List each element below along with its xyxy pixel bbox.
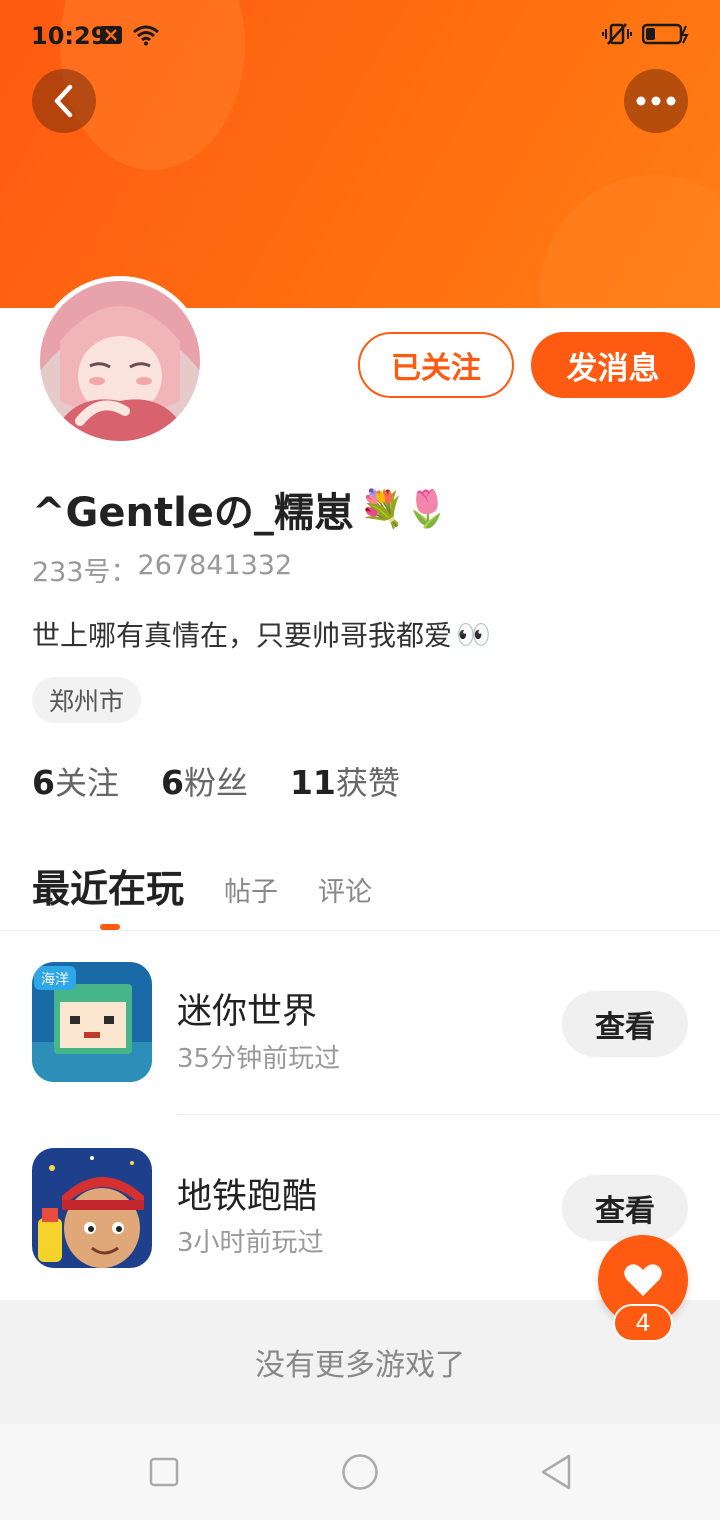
- user-id-label: 233号：: [32, 557, 138, 588]
- vibrate-mute-icon: [602, 22, 632, 50]
- circle-icon: [342, 1454, 378, 1490]
- more-dots-icon: [636, 96, 676, 106]
- divider: [0, 930, 720, 931]
- game-last-played: 35分钟前玩过: [177, 1044, 341, 1074]
- avatar[interactable]: [35, 276, 205, 446]
- avatar-image: [40, 281, 200, 441]
- square-icon: [149, 1457, 179, 1487]
- tab-posts[interactable]: 帖子: [224, 870, 278, 913]
- stat-label: 粉丝: [183, 764, 248, 802]
- more-options-button[interactable]: [624, 69, 688, 133]
- status-bar: 10:29: [0, 0, 720, 72]
- view-game-button[interactable]: 查看: [562, 1175, 688, 1241]
- back-nav-button[interactable]: [539, 1453, 573, 1495]
- profile-stats: 6 关注 6 粉丝 11 获赞: [32, 758, 400, 804]
- recent-apps-button[interactable]: [149, 1457, 179, 1491]
- home-button[interactable]: [341, 1453, 379, 1495]
- header-decoration: [540, 175, 720, 308]
- stat-followers[interactable]: 6 粉丝: [161, 758, 248, 804]
- user-id: 233号： 267841332: [32, 550, 292, 589]
- user-bio: 世上哪有真情在，只要帅哥我都爱 👀: [32, 614, 491, 654]
- battery-icon: [641, 23, 690, 49]
- eyes-emoji: 👀: [456, 617, 491, 651]
- divider: [177, 1114, 720, 1115]
- stat-label: 关注: [54, 764, 119, 802]
- notification-icon: [100, 26, 122, 48]
- stat-number: 11: [289, 763, 336, 802]
- stat-number: 6: [32, 763, 55, 802]
- stat-label: 获赞: [335, 764, 400, 802]
- username: ^Gentleの_糯崽: [32, 490, 354, 536]
- game-icon-badge-text: 海洋: [41, 972, 69, 988]
- tab-recently-played[interactable]: 最近在玩: [32, 858, 184, 913]
- username-row: ^Gentleの_糯崽 💐🌷: [32, 480, 450, 538]
- wifi-icon: [132, 24, 160, 50]
- status-time: 10:29: [31, 22, 108, 50]
- bio-text: 世上哪有真情在，只要帅哥我都爱: [32, 619, 453, 652]
- back-button[interactable]: [32, 69, 96, 133]
- user-id-value: 267841332: [137, 550, 293, 581]
- following-button[interactable]: 已关注: [358, 332, 514, 398]
- stat-number: 6: [160, 763, 184, 802]
- game-icon-mini-world[interactable]: 海洋: [32, 962, 152, 1082]
- view-game-button[interactable]: 查看: [562, 991, 688, 1057]
- like-count-badge: 4: [613, 1304, 673, 1342]
- stat-likes[interactable]: 11 获赞: [290, 758, 400, 804]
- send-message-button[interactable]: 发消息: [531, 332, 695, 398]
- game-icon-subway-surfers[interactable]: [32, 1148, 152, 1268]
- system-navigation-bar: [0, 1424, 720, 1520]
- profile-tabs: 最近在玩 帖子 评论: [32, 858, 372, 913]
- no-more-games-text: 没有更多游戏了: [0, 1300, 720, 1424]
- triangle-back-icon: [541, 1454, 571, 1490]
- chevron-left-icon: [54, 84, 73, 118]
- username-emoji: 💐🌷: [359, 489, 450, 530]
- tab-comments[interactable]: 评论: [318, 870, 372, 913]
- game-name: 地铁跑酷: [177, 1177, 318, 1217]
- location-tag: 郑州市: [32, 677, 142, 723]
- game-name: 迷你世界: [177, 992, 318, 1032]
- heart-icon: [624, 1264, 662, 1296]
- game-last-played: 3小时前玩过: [177, 1228, 324, 1258]
- stat-following[interactable]: 6 关注: [32, 758, 119, 804]
